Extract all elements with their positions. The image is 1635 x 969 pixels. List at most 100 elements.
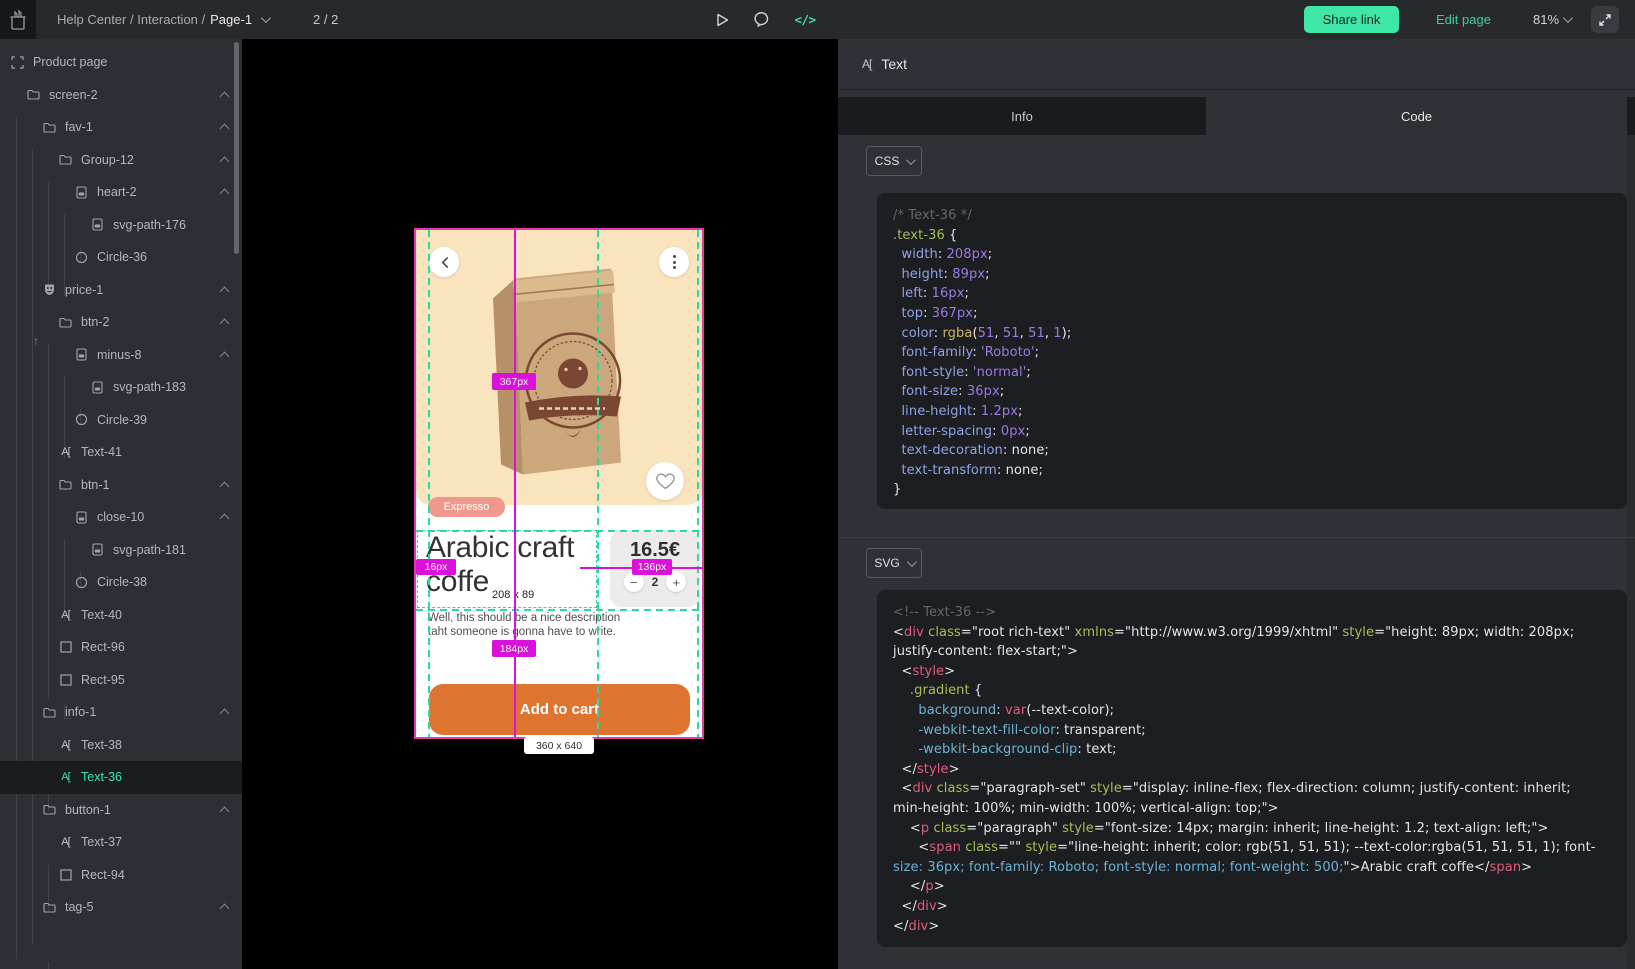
share-link-button[interactable]: Share link bbox=[1304, 6, 1399, 33]
breadcrumb-current-page[interactable]: Page-1 bbox=[210, 12, 252, 27]
layer-row-text-38[interactable]: A[Text-38 bbox=[0, 729, 242, 762]
layer-row-rect-96[interactable]: Rect-96 bbox=[0, 631, 242, 664]
layer-row-price-1[interactable]: price-1 bbox=[0, 274, 242, 307]
layer-row-info-1[interactable]: info-1 bbox=[0, 696, 242, 729]
app-logo[interactable] bbox=[0, 0, 36, 39]
layer-row-button-1[interactable]: button-1 bbox=[0, 794, 242, 827]
rect-icon bbox=[58, 641, 73, 653]
code-line: </div> bbox=[893, 897, 1611, 917]
tab-info[interactable]: Info bbox=[838, 97, 1206, 135]
inspector-scroll-gutter[interactable] bbox=[1627, 135, 1635, 969]
play-button[interactable] bbox=[709, 0, 735, 39]
layer-row-group-12[interactable]: Group-12 bbox=[0, 144, 242, 177]
layer-row-text-36[interactable]: A[Text-36 bbox=[0, 761, 242, 794]
sidebar-scrollbar[interactable] bbox=[234, 42, 239, 254]
layer-row-rect-95[interactable]: Rect-95 bbox=[0, 664, 242, 697]
comments-button[interactable] bbox=[748, 0, 774, 39]
add-to-cart-button[interactable]: Add to cart bbox=[429, 684, 690, 735]
tab-code[interactable]: Code bbox=[1206, 97, 1627, 135]
text-icon: A[ bbox=[58, 771, 73, 783]
code-line: text-transform: none; bbox=[893, 461, 1611, 481]
chevron-down-icon bbox=[907, 557, 917, 567]
svgfile-icon bbox=[74, 186, 89, 199]
measurement-bottom-offset: 184px bbox=[492, 640, 536, 657]
more-options-button[interactable] bbox=[659, 247, 689, 277]
folder-icon bbox=[42, 707, 57, 718]
layer-row-text-41[interactable]: A[Text-41 bbox=[0, 436, 242, 469]
layer-label: Rect-94 bbox=[81, 868, 125, 882]
code-view-toggle[interactable]: </> bbox=[792, 0, 818, 39]
code-line: /* Text-36 */ bbox=[893, 206, 1611, 226]
collapse-chevron-icon[interactable] bbox=[220, 319, 230, 329]
back-button[interactable] bbox=[429, 247, 459, 277]
layer-row-svg-path-181[interactable]: svg-path-181 bbox=[0, 534, 242, 567]
layer-row-close-10[interactable]: close-10 bbox=[0, 501, 242, 534]
collapse-chevron-icon[interactable] bbox=[220, 91, 230, 101]
code-line: <span class="" style="line-height: inher… bbox=[893, 838, 1611, 858]
collapse-chevron-icon[interactable] bbox=[220, 904, 230, 914]
svgfile-icon bbox=[74, 511, 89, 524]
layer-row-rect-94[interactable]: Rect-94 bbox=[0, 859, 242, 892]
layer-row-btn-1[interactable]: btn-1 bbox=[0, 469, 242, 502]
layer-row-circle-36[interactable]: Circle-36 bbox=[0, 241, 242, 274]
chevron-left-icon bbox=[440, 256, 449, 269]
collapse-chevron-icon[interactable] bbox=[220, 806, 230, 816]
inspector-header: A[ Text bbox=[838, 39, 1635, 90]
code-line: <!-- Text-36 --> bbox=[893, 603, 1611, 623]
screen-frame[interactable]: Expresso Arabic craft coffe 208 x 89 16.… bbox=[416, 230, 702, 737]
collapse-chevron-icon[interactable] bbox=[220, 514, 230, 524]
layer-row-circle-38[interactable]: Circle-38 bbox=[0, 566, 242, 599]
folder-icon bbox=[26, 89, 41, 100]
folder-icon bbox=[58, 317, 73, 328]
collapse-chevron-icon[interactable] bbox=[220, 351, 230, 361]
breadcrumb[interactable]: Help Center / Interaction / Page-1 bbox=[57, 0, 268, 39]
layer-row-text-40[interactable]: A[Text-40 bbox=[0, 599, 242, 632]
svg-code-block[interactable]: <!-- Text-36 --><div class="root rich-te… bbox=[877, 590, 1627, 947]
decrease-quantity-button[interactable]: − bbox=[624, 572, 644, 592]
layer-label: minus-8 bbox=[97, 348, 141, 362]
chat-bubble-icon bbox=[753, 11, 770, 28]
circle-icon bbox=[74, 576, 89, 589]
dots-menu-icon bbox=[673, 255, 676, 258]
guide-line-left bbox=[428, 230, 430, 737]
rect-icon bbox=[58, 674, 73, 686]
rect-icon bbox=[58, 869, 73, 881]
measurement-top-offset: 367px bbox=[492, 373, 536, 390]
collapse-chevron-icon[interactable] bbox=[220, 189, 230, 199]
code-line: .gradient { bbox=[893, 681, 1611, 701]
svg-language-dropdown[interactable]: SVG bbox=[866, 548, 922, 578]
collapse-chevron-icon[interactable] bbox=[220, 156, 230, 166]
layer-row-heart-2[interactable]: heart-2 bbox=[0, 176, 242, 209]
layer-row-circle-39[interactable]: Circle-39 bbox=[0, 404, 242, 437]
layer-row-svg-path-176[interactable]: svg-path-176 bbox=[0, 209, 242, 242]
collapse-chevron-icon[interactable] bbox=[220, 709, 230, 719]
chevron-down-icon bbox=[1563, 13, 1573, 23]
layer-label: fav-1 bbox=[65, 120, 93, 134]
layer-row-product-page[interactable]: Product page bbox=[0, 46, 242, 79]
collapse-chevron-icon[interactable] bbox=[220, 286, 230, 296]
layer-row-svg-path-183[interactable]: svg-path-183 bbox=[0, 371, 242, 404]
code-line: width: 208px; bbox=[893, 245, 1611, 265]
layer-row-fav-1[interactable]: fav-1 bbox=[0, 111, 242, 144]
screen-size-label: 360 x 640 bbox=[524, 737, 594, 754]
collapse-chevron-icon[interactable] bbox=[220, 124, 230, 134]
design-canvas[interactable]: Expresso Arabic craft coffe 208 x 89 16.… bbox=[242, 39, 838, 969]
css-code-block[interactable]: /* Text-36 */.text-36 { width: 208px; he… bbox=[877, 193, 1627, 509]
layer-row-screen-2[interactable]: screen-2 bbox=[0, 79, 242, 112]
layer-label: Text-38 bbox=[81, 738, 122, 752]
code-line: </div> bbox=[893, 917, 1611, 937]
edit-page-link[interactable]: Edit page bbox=[1436, 0, 1491, 39]
css-language-dropdown[interactable]: CSS bbox=[866, 146, 922, 176]
product-tag-badge[interactable]: Expresso bbox=[428, 497, 505, 517]
zoom-level-dropdown[interactable]: 81% bbox=[1533, 0, 1570, 39]
favorite-button[interactable] bbox=[646, 462, 684, 500]
layer-row-text-37[interactable]: A[Text-37 bbox=[0, 826, 242, 859]
chevron-down-icon[interactable] bbox=[261, 13, 271, 23]
collapse-chevron-icon[interactable] bbox=[220, 481, 230, 491]
layer-row-tag-5[interactable]: tag-5 bbox=[0, 891, 242, 924]
increase-quantity-button[interactable]: + bbox=[666, 572, 686, 592]
play-icon bbox=[715, 12, 730, 28]
layer-label: price-1 bbox=[65, 283, 103, 297]
fullscreen-button[interactable] bbox=[1591, 6, 1619, 33]
code-line: </style> bbox=[893, 760, 1611, 780]
